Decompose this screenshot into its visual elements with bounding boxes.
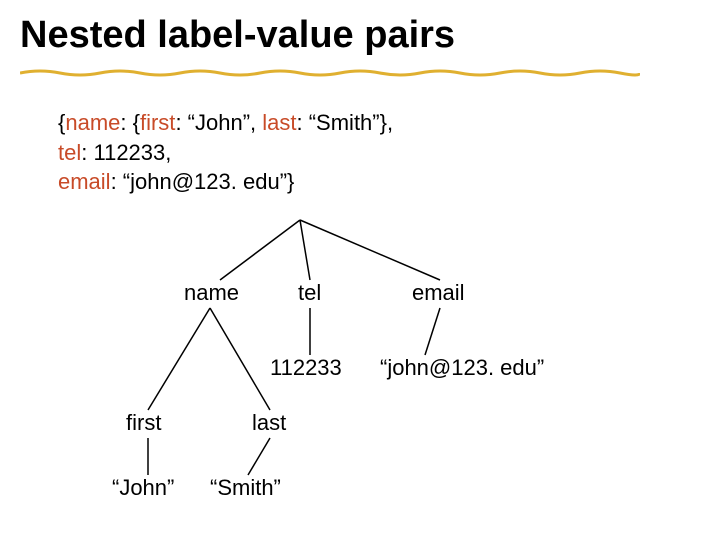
node-email-value: “john@123. edu” — [380, 355, 544, 381]
key-tel: tel — [58, 140, 81, 165]
val-tel: : 112233, — [81, 140, 171, 165]
node-first-value: “John” — [112, 475, 174, 501]
tree-diagram: name tel email 112233 “john@123. edu” fi… — [0, 220, 720, 540]
val-first: : “John”, — [175, 110, 262, 135]
val-email: : “john@123. edu”} — [111, 169, 295, 194]
code-line-1: {name: {first: “John”, last: “Smith”}, — [58, 108, 393, 138]
val-last: : “Smith”}, — [297, 110, 394, 135]
node-tel-value: 112233 — [270, 355, 342, 381]
key-first: first — [140, 110, 175, 135]
code-line-2: tel: 112233, — [58, 138, 393, 168]
tree-edges — [0, 220, 720, 540]
key-name: name — [65, 110, 120, 135]
node-name: name — [184, 280, 239, 306]
node-first: first — [126, 410, 161, 436]
node-tel: tel — [298, 280, 321, 306]
title-underline — [20, 68, 640, 78]
node-email: email — [412, 280, 465, 306]
node-last: last — [252, 410, 286, 436]
slide-title: Nested label-value pairs — [20, 14, 455, 57]
sep: : { — [120, 110, 140, 135]
code-line-3: email: “john@123. edu”} — [58, 167, 393, 197]
key-email: email — [58, 169, 111, 194]
key-last: last — [262, 110, 296, 135]
node-last-value: “Smith” — [210, 475, 281, 501]
code-block: {name: {first: “John”, last: “Smith”}, t… — [58, 108, 393, 197]
